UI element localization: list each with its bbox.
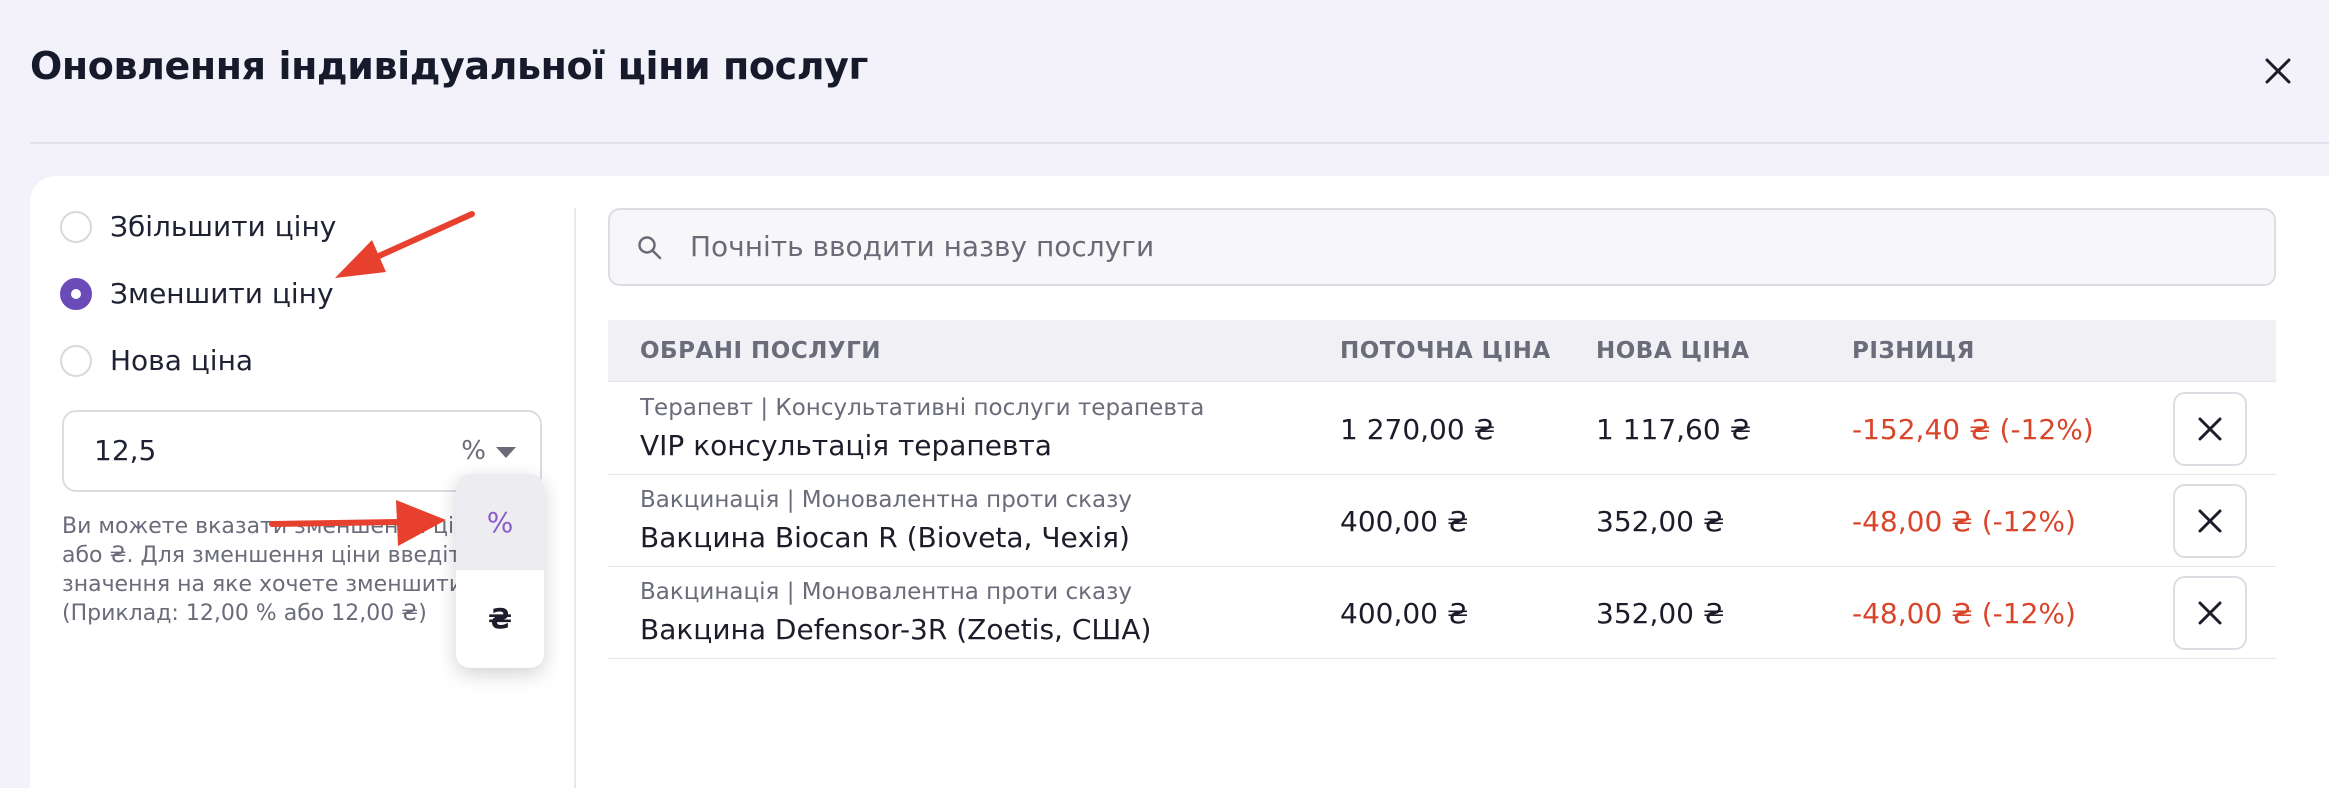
chevron-down-icon[interactable] <box>496 446 516 458</box>
close-icon <box>2198 601 2222 625</box>
table-row: Вакцинація | Моновалентна проти сказу Ва… <box>608 567 2276 659</box>
price-difference: -48,00 ₴ (-12%) <box>1852 505 2076 538</box>
table-row: Вакцинація | Моновалентна проти сказу Ва… <box>608 475 2276 567</box>
unit-option-percent[interactable]: % <box>456 474 544 570</box>
column-header-current-price: ПОТОЧНА ЦІНА <box>1340 338 1551 364</box>
service-category: Вакцинація | Моновалентна проти сказу <box>640 579 1132 605</box>
column-header-difference: РІЗНИЦЯ <box>1852 338 1975 364</box>
service-category: Вакцинація | Моновалентна проти сказу <box>640 487 1132 513</box>
help-line: Ви можете вказати зменшення ціни у % <box>62 514 482 539</box>
radio-circle-checked[interactable] <box>60 277 92 310</box>
search-input[interactable] <box>690 230 2190 263</box>
help-line: значення на яке хочете зменшити <box>62 572 464 597</box>
radio-circle[interactable] <box>60 210 92 243</box>
current-price: 1 270,00 ₴ <box>1340 413 1496 446</box>
radio-label: Нова ціна <box>110 344 254 377</box>
panel-separator <box>574 208 576 788</box>
service-search[interactable] <box>608 208 2276 286</box>
radio-label: Збільшити ціну <box>110 210 337 243</box>
close-icon <box>2198 509 2222 533</box>
unit-dropdown: % ₴ <box>456 474 544 668</box>
price-difference: -152,40 ₴ (-12%) <box>1852 413 2094 446</box>
amount-input[interactable] <box>94 434 394 467</box>
service-name: VIP консультація терапевта <box>640 429 1052 462</box>
current-price: 400,00 ₴ <box>1340 505 1469 538</box>
radio-label: Зменшити ціну <box>110 277 334 310</box>
remove-service-button[interactable] <box>2173 484 2247 558</box>
close-icon[interactable] <box>2263 56 2293 86</box>
service-name: Вакцина Biocan R (Bioveta, Чехія) <box>640 521 1130 554</box>
remove-service-button[interactable] <box>2173 576 2247 650</box>
help-text: Ви можете вказати зменшення ціни у % або… <box>62 512 482 628</box>
new-price: 352,00 ₴ <box>1596 597 1725 630</box>
column-header-new-price: НОВА ЦІНА <box>1596 338 1750 364</box>
unit-option-hryvnia[interactable]: ₴ <box>456 570 544 666</box>
help-line: (Приклад: 12,00 % або 12,00 ₴) <box>62 601 427 626</box>
radio-decrease-price[interactable]: Зменшити ціну <box>60 277 334 310</box>
radio-increase-price[interactable]: Збільшити ціну <box>60 210 336 243</box>
unit-select[interactable]: % <box>461 436 516 466</box>
help-line: або ₴. Для зменшення ціни введіть <box>62 543 475 568</box>
radio-circle[interactable] <box>60 344 92 377</box>
price-difference: -48,00 ₴ (-12%) <box>1852 597 2076 630</box>
close-icon <box>2198 417 2222 441</box>
table-row: Терапевт | Консультативні послуги терапе… <box>608 383 2276 475</box>
new-price: 1 117,60 ₴ <box>1596 413 1752 446</box>
dialog-title: Оновлення індивідуальної ціни послуг <box>30 44 868 88</box>
search-icon <box>638 236 662 260</box>
service-category: Терапевт | Консультативні послуги терапе… <box>640 395 1205 421</box>
service-name: Вакцина Defensor-3R (Zoetis, США) <box>640 613 1152 646</box>
radio-new-price[interactable]: Нова ціна <box>60 344 253 377</box>
current-price: 400,00 ₴ <box>1340 597 1469 630</box>
remove-service-button[interactable] <box>2173 392 2247 466</box>
column-header-services: ОБРАНІ ПОСЛУГИ <box>640 338 881 364</box>
table-header: ОБРАНІ ПОСЛУГИ ПОТОЧНА ЦІНА НОВА ЦІНА РІ… <box>608 320 2276 382</box>
new-price: 352,00 ₴ <box>1596 505 1725 538</box>
unit-selected-value: % <box>461 436 486 466</box>
header-divider <box>30 142 2329 144</box>
